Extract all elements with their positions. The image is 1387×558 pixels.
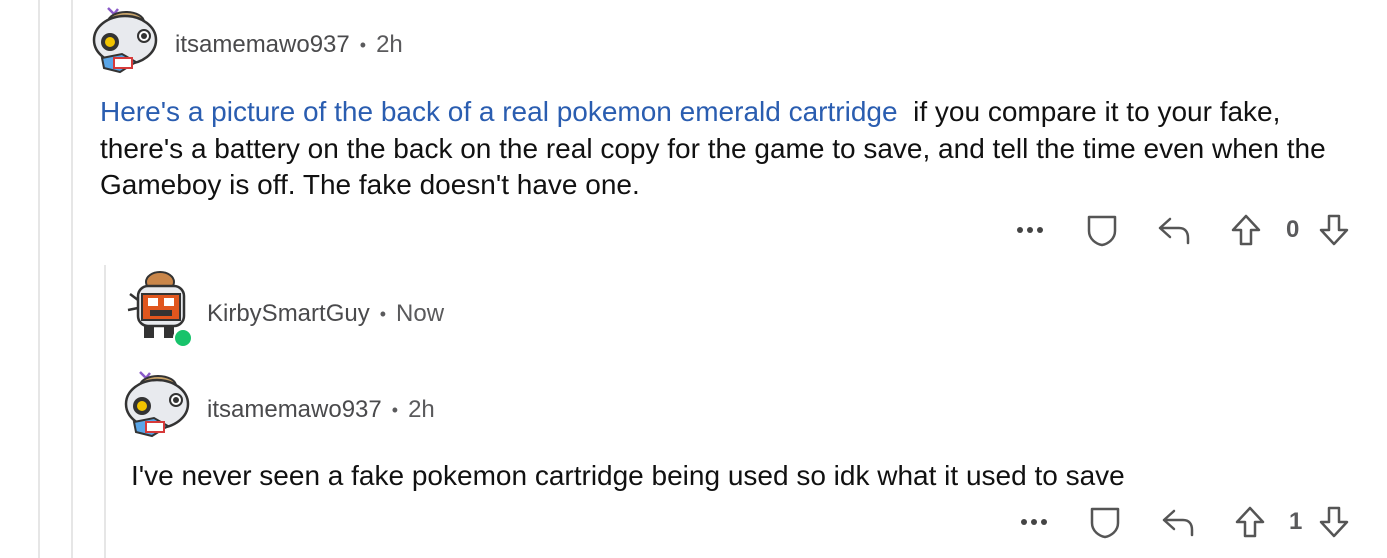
- downvote-button[interactable]: [1314, 210, 1354, 250]
- comment-meta: itsamemawo937 • 2h: [207, 396, 435, 424]
- upvote-arrow-icon: [1231, 214, 1261, 246]
- comment-thread: itsamemawo937 • 2h Here's a picture of t…: [0, 0, 1387, 558]
- comment-body: I've never seen a fake pokemon cartridge…: [131, 458, 1351, 495]
- award-button[interactable]: [1082, 210, 1122, 250]
- downvote-button[interactable]: [1314, 502, 1354, 542]
- comment-timestamp[interactable]: Now: [396, 300, 444, 328]
- comment-actions: 1: [0, 502, 1387, 542]
- snoo-gamer-avatar-icon: [124, 371, 190, 438]
- meta-separator: •: [391, 399, 399, 420]
- vote-score: 0: [1286, 216, 1300, 243]
- user-avatar[interactable]: [124, 370, 190, 438]
- meta-separator: •: [359, 34, 367, 55]
- comment-text: I've never seen a fake pokemon cartridge…: [131, 460, 1125, 491]
- thread-line-outer[interactable]: [38, 0, 40, 558]
- upvote-arrow-icon: [1235, 506, 1265, 538]
- upvote-button[interactable]: [1230, 502, 1270, 542]
- comment-actions: 0: [0, 210, 1387, 250]
- comment-meta: KirbySmartGuy • Now: [207, 300, 444, 328]
- comment-link[interactable]: Here's a picture of the back of a real p…: [100, 96, 898, 127]
- more-options-icon: [1021, 519, 1047, 525]
- username-link[interactable]: KirbySmartGuy: [207, 300, 370, 328]
- thread-line-middle[interactable]: [71, 0, 73, 558]
- comment-meta: itsamemawo937 • 2h: [175, 31, 403, 59]
- more-options-button[interactable]: [1016, 502, 1052, 542]
- reply-button[interactable]: [1158, 502, 1198, 542]
- more-options-icon: [1017, 227, 1043, 233]
- meta-separator: •: [379, 303, 387, 324]
- online-status-indicator: [173, 328, 193, 348]
- reply-arrow-icon: [1158, 217, 1190, 245]
- reply-button[interactable]: [1154, 210, 1194, 250]
- reply-arrow-icon: [1162, 509, 1194, 537]
- upvote-button[interactable]: [1226, 210, 1266, 250]
- comment-body: Here's a picture of the back of a real p…: [100, 94, 1350, 204]
- user-avatar[interactable]: [124, 270, 190, 338]
- award-shield-icon: [1087, 215, 1117, 247]
- downvote-arrow-icon: [1319, 506, 1349, 538]
- comment-timestamp[interactable]: 2h: [376, 31, 403, 59]
- vote-score: 1: [1289, 508, 1303, 535]
- comment-timestamp[interactable]: 2h: [408, 396, 435, 424]
- downvote-arrow-icon: [1319, 214, 1349, 246]
- award-button[interactable]: [1085, 502, 1125, 542]
- more-options-button[interactable]: [1012, 210, 1048, 250]
- username-link[interactable]: itsamemawo937: [207, 396, 382, 424]
- user-avatar[interactable]: [92, 6, 158, 74]
- award-shield-icon: [1090, 507, 1120, 539]
- snoo-gamer-avatar-icon: [92, 7, 158, 74]
- username-link[interactable]: itsamemawo937: [175, 31, 350, 59]
